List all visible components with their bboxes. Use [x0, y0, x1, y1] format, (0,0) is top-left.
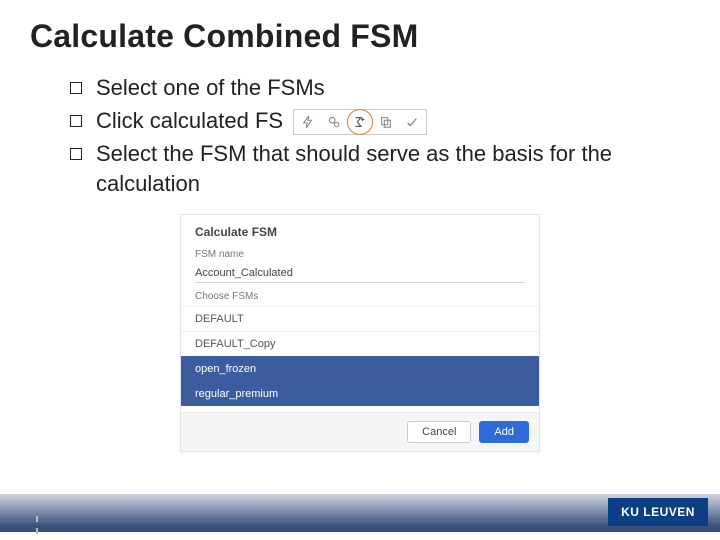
fsm-option-regular-premium[interactable]: regular_premium — [181, 381, 539, 406]
bullet-square-icon — [70, 115, 82, 127]
fsm-option-open-frozen[interactable]: open_frozen — [181, 356, 539, 381]
bullet-3: Select the FSM that should serve as the … — [70, 139, 690, 201]
choose-fsms-list: Choose FSMs DEFAULT DEFAULT_Copy open_fr… — [181, 283, 539, 406]
bullet-square-icon — [70, 82, 82, 94]
lightning-icon[interactable] — [298, 112, 318, 132]
sigma-plus-icon[interactable] — [350, 112, 370, 132]
footer-marks — [36, 516, 38, 534]
bullet-1: Select one of the FSMs — [70, 73, 690, 104]
bullet-square-icon — [70, 148, 82, 160]
cancel-button[interactable]: Cancel — [407, 421, 471, 443]
bullet-2-text: Click calculated FS — [96, 106, 690, 137]
dialog-footer: Cancel Add — [181, 412, 539, 451]
bullet-1-text: Select one of the FSMs — [96, 73, 690, 104]
slide-title: Calculate Combined FSM — [30, 18, 690, 55]
bullet-list: Select one of the FSMs Click calculated … — [30, 73, 690, 200]
choose-fsms-label: Choose FSMs — [181, 283, 539, 306]
fsm-option-default-copy[interactable]: DEFAULT_Copy — [181, 331, 539, 356]
bullet-2: Click calculated FS — [70, 106, 690, 137]
bullet-2-pretext: Click calculated FS — [96, 108, 283, 133]
bullet-3-text: Select the FSM that should serve as the … — [96, 139, 690, 201]
inline-toolbar — [293, 109, 427, 135]
fsm-name-section: FSM name — [181, 243, 539, 283]
copy-icon[interactable] — [376, 112, 396, 132]
dialog-title: Calculate FSM — [181, 215, 539, 243]
gears-icon[interactable] — [324, 112, 344, 132]
add-button[interactable]: Add — [479, 421, 529, 443]
calculate-fsm-dialog: Calculate FSM FSM name Choose FSMs DEFAU… — [180, 214, 540, 452]
fsm-name-input[interactable] — [195, 264, 525, 283]
fsm-option-default[interactable]: DEFAULT — [181, 306, 539, 331]
slide: Calculate Combined FSM Select one of the… — [0, 0, 720, 540]
fsm-name-label: FSM name — [195, 249, 525, 260]
check-icon[interactable] — [402, 112, 422, 132]
kuleuven-logo: KU LEUVEN — [608, 498, 708, 526]
